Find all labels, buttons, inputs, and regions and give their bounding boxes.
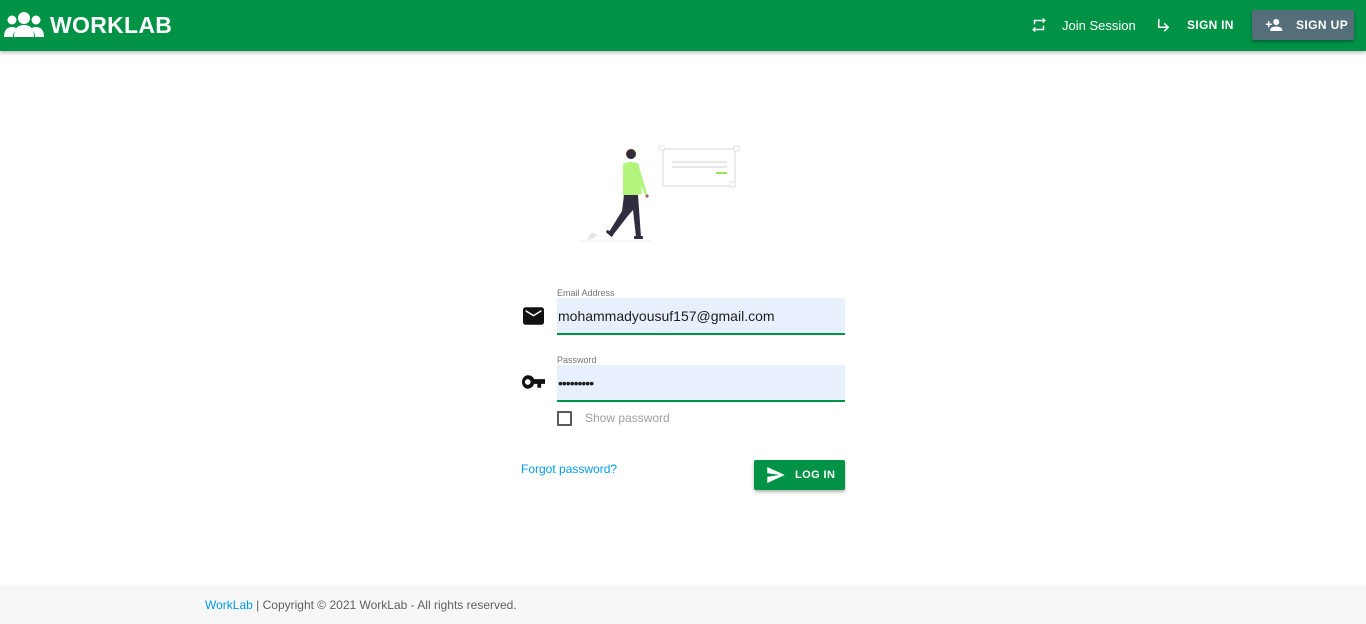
sign-up-button[interactable]: SIGN UP [1252,10,1354,40]
login-label: LOG IN [795,469,836,481]
send-icon [767,467,785,483]
password-label: Password [557,355,597,365]
footer-copyright-text: | Copyright © 2021 WorkLab - All rights … [252,598,517,612]
sign-up-label: SIGN UP [1296,18,1349,32]
email-label: Email Address [557,288,615,298]
subdirectory-arrow-icon [1158,19,1170,32]
brand-logo[interactable]: WORKLAB [4,9,172,41]
key-icon [522,375,545,389]
email-field[interactable]: mohammadyousuf157@gmail.com [557,298,845,335]
top-navbar: WORKLAB Join Session SIGN IN SIGN UP [0,0,1366,51]
mail-icon [523,307,544,325]
footer-brand-link[interactable]: WorkLab [205,598,253,612]
show-password-checkbox[interactable] [557,411,572,426]
forgot-password-link[interactable]: Forgot password? [521,462,617,476]
show-password-label[interactable]: Show password [585,411,670,425]
password-field[interactable]: ••••••••• [557,365,845,402]
footer-copyright: WorkLab | Copyright © 2021 WorkLab - All… [205,598,517,612]
swap-icon [1032,17,1046,33]
brand-name: WORKLAB [50,11,173,38]
person-add-icon [1265,19,1283,31]
login-illustration [579,145,740,242]
sign-in-link[interactable]: SIGN IN [1155,12,1234,38]
sign-in-label: SIGN IN [1187,18,1234,32]
join-session-label: Join Session [1062,17,1136,33]
team-icon [4,12,44,37]
join-session-link[interactable]: Join Session [1030,12,1136,38]
footer: WorkLab | Copyright © 2021 WorkLab - All… [0,585,1366,624]
login-button[interactable]: LOG IN [754,460,845,490]
